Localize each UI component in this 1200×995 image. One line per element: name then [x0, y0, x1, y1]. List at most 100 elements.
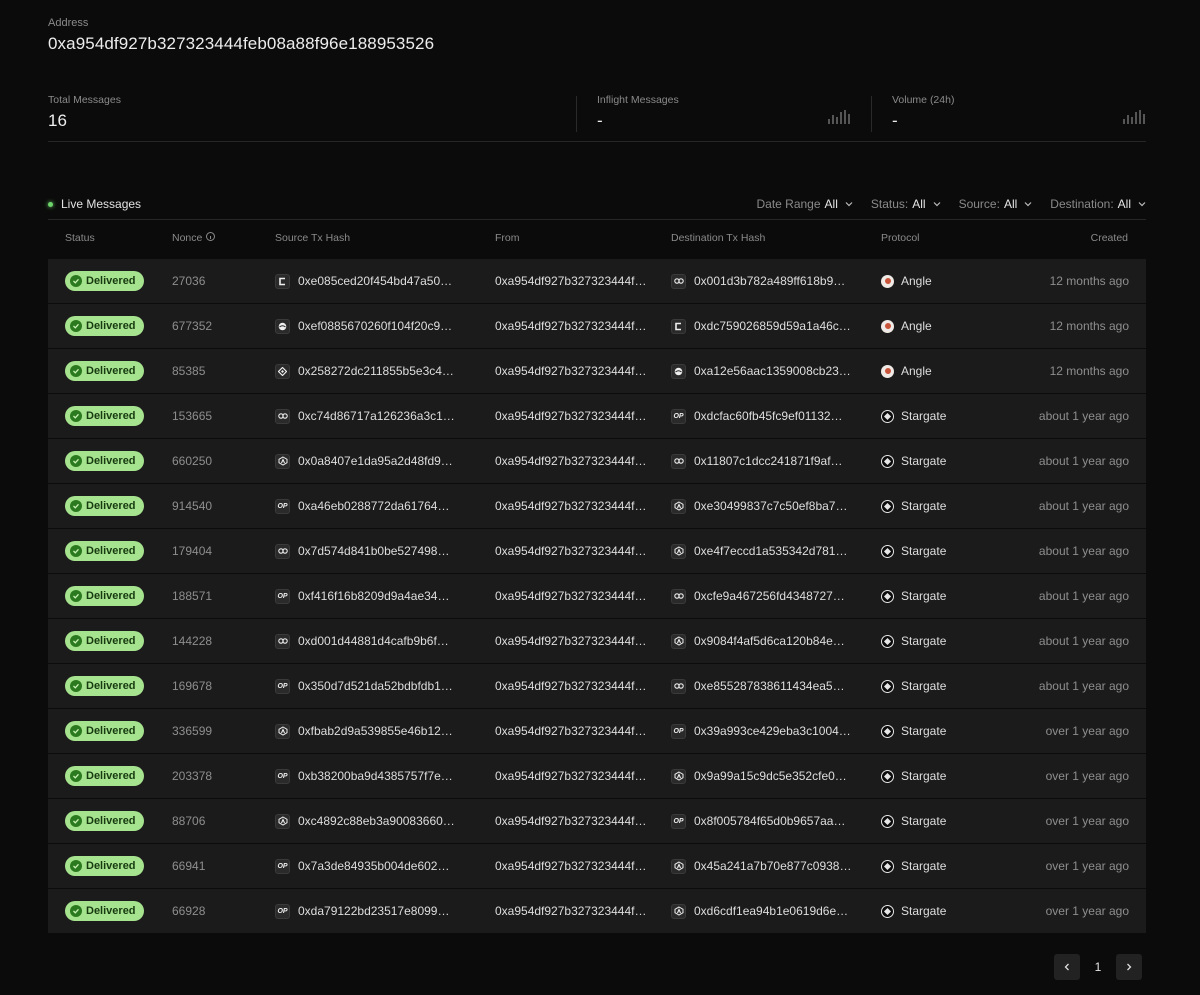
destination-tx-cell[interactable]: 0x9a99a15c9dc5e352cfe0…: [671, 754, 847, 798]
from-address-link[interactable]: 0xa954df927b327323444f…: [495, 799, 646, 843]
destination-tx-cell[interactable]: 0xe4f7eccd1a535342d781…: [671, 529, 847, 573]
source-tx-hash-link[interactable]: 0xc4892c88eb3a90083660…: [298, 814, 455, 828]
table-row[interactable]: Delivered 677352 0xef0885670260f104f20c9…: [48, 304, 1146, 348]
source-tx-hash-link[interactable]: 0x258272dc211855b5e3c4…: [298, 364, 454, 378]
source-tx-cell[interactable]: OP 0xda79122bd23517e8099…: [275, 889, 449, 933]
source-tx-cell[interactable]: 0xc74d86717a126236a3c1…: [275, 394, 455, 438]
destination-tx-cell[interactable]: 0xe855287838611434ea5…: [671, 664, 845, 708]
table-row[interactable]: Delivered 88706 0xc4892c88eb3a90083660… …: [48, 799, 1146, 843]
table-row[interactable]: Delivered 336599 0xfbab2d9a539855e46b12……: [48, 709, 1146, 753]
destination-tx-hash-link[interactable]: 0x39a993ce429eba3c1004…: [694, 724, 851, 738]
destination-tx-cell[interactable]: 0x001d3b782a489ff618b9…: [671, 259, 845, 303]
source-tx-cell[interactable]: 0x7d574d841b0be527498…: [275, 529, 449, 573]
filter-status[interactable]: Status: All: [871, 197, 941, 211]
from-address-link[interactable]: 0xa954df927b327323444f…: [495, 304, 646, 348]
source-tx-cell[interactable]: OP 0xb38200ba9d4385757f7e…: [275, 754, 453, 798]
destination-tx-cell[interactable]: OP 0x8f005784f65d0b9657aa…: [671, 799, 845, 843]
source-tx-hash-link[interactable]: 0x7d574d841b0be527498…: [298, 544, 449, 558]
current-page[interactable]: 1: [1088, 960, 1108, 974]
from-address-link[interactable]: 0xa954df927b327323444f…: [495, 394, 646, 438]
destination-tx-cell[interactable]: 0xe30499837c7c50ef8ba7…: [671, 484, 847, 528]
destination-tx-hash-link[interactable]: 0xdcfac60fb45fc9ef01132…: [694, 409, 843, 423]
destination-tx-hash-link[interactable]: 0x001d3b782a489ff618b9…: [694, 274, 845, 288]
source-tx-cell[interactable]: OP 0x7a3de84935b004de602…: [275, 844, 449, 888]
source-tx-hash-link[interactable]: 0x350d7d521da52bdbfdb1…: [298, 679, 453, 693]
from-address-link[interactable]: 0xa954df927b327323444f…: [495, 529, 646, 573]
info-icon[interactable]: [206, 232, 216, 241]
destination-tx-hash-link[interactable]: 0x8f005784f65d0b9657aa…: [694, 814, 845, 828]
destination-tx-hash-link[interactable]: 0xdc759026859d59a1a46c…: [694, 319, 851, 333]
prev-page-button[interactable]: [1054, 954, 1080, 980]
source-tx-cell[interactable]: OP 0x350d7d521da52bdbfdb1…: [275, 664, 453, 708]
source-tx-hash-link[interactable]: 0xb38200ba9d4385757f7e…: [298, 769, 453, 783]
filter-date-range[interactable]: Date Range All: [756, 197, 853, 211]
table-row[interactable]: Delivered 153665 0xc74d86717a126236a3c1……: [48, 394, 1146, 438]
destination-tx-hash-link[interactable]: 0x11807c1dcc241871f9af…: [694, 454, 843, 468]
destination-tx-hash-link[interactable]: 0xe30499837c7c50ef8ba7…: [694, 499, 847, 513]
destination-tx-cell[interactable]: OP 0xdcfac60fb45fc9ef01132…: [671, 394, 843, 438]
source-tx-hash-link[interactable]: 0xf416f16b8209d9a4ae34…: [298, 589, 449, 603]
from-address-link[interactable]: 0xa954df927b327323444f…: [495, 664, 646, 708]
destination-tx-hash-link[interactable]: 0xe855287838611434ea5…: [694, 679, 845, 693]
table-row[interactable]: Delivered 660250 0x0a8407e1da95a2d48fd9……: [48, 439, 1146, 483]
source-tx-hash-link[interactable]: 0xfbab2d9a539855e46b12…: [298, 724, 453, 738]
destination-tx-cell[interactable]: 0xd6cdf1ea94b1e0619d6e…: [671, 889, 848, 933]
filter-source[interactable]: Source: All: [959, 197, 1033, 211]
source-tx-hash-link[interactable]: 0x7a3de84935b004de602…: [298, 859, 449, 873]
from-address-link[interactable]: 0xa954df927b327323444f…: [495, 574, 646, 618]
destination-tx-cell[interactable]: 0xa12e56aac1359008cb23…: [671, 349, 851, 393]
destination-tx-hash-link[interactable]: 0x9a99a15c9dc5e352cfe0…: [694, 769, 847, 783]
table-row[interactable]: Delivered 914540 OP 0xa46eb0288772da6176…: [48, 484, 1146, 528]
source-tx-cell[interactable]: 0xe085ced20f454bd47a50…: [275, 259, 452, 303]
table-row[interactable]: Delivered 179404 0x7d574d841b0be527498… …: [48, 529, 1146, 573]
table-row[interactable]: Delivered 27036 0xe085ced20f454bd47a50… …: [48, 259, 1146, 303]
source-tx-hash-link[interactable]: 0x0a8407e1da95a2d48fd9…: [298, 454, 453, 468]
source-tx-hash-link[interactable]: 0xef0885670260f104f20c9…: [298, 319, 452, 333]
table-row[interactable]: Delivered 85385 0x258272dc211855b5e3c4… …: [48, 349, 1146, 393]
destination-tx-cell[interactable]: 0x9084f4af5d6ca120b84e…: [671, 619, 845, 663]
from-address-link[interactable]: 0xa954df927b327323444f…: [495, 844, 646, 888]
destination-tx-cell[interactable]: 0x11807c1dcc241871f9af…: [671, 439, 843, 483]
destination-tx-hash-link[interactable]: 0x9084f4af5d6ca120b84e…: [694, 634, 845, 648]
from-address-link[interactable]: 0xa954df927b327323444f…: [495, 754, 646, 798]
from-address-link[interactable]: 0xa954df927b327323444f…: [495, 484, 646, 528]
from-address-link[interactable]: 0xa954df927b327323444f…: [495, 259, 646, 303]
from-address-link[interactable]: 0xa954df927b327323444f…: [495, 619, 646, 663]
from-address-link[interactable]: 0xa954df927b327323444f…: [495, 709, 646, 753]
from-address-link[interactable]: 0xa954df927b327323444f…: [495, 439, 646, 483]
source-tx-hash-link[interactable]: 0xc74d86717a126236a3c1…: [298, 409, 455, 423]
destination-tx-hash-link[interactable]: 0xa12e56aac1359008cb23…: [694, 364, 851, 378]
table-row[interactable]: Delivered 66941 OP 0x7a3de84935b004de602…: [48, 844, 1146, 888]
table-row[interactable]: Delivered 144228 0xd001d44881d4cafb9b6f……: [48, 619, 1146, 663]
destination-tx-hash-link[interactable]: 0xe4f7eccd1a535342d781…: [694, 544, 847, 558]
table-row[interactable]: Delivered 169678 OP 0x350d7d521da52bdbfd…: [48, 664, 1146, 708]
destination-tx-cell[interactable]: 0x45a241a7b70e877c0938…: [671, 844, 851, 888]
source-tx-cell[interactable]: 0xd001d44881d4cafb9b6f…: [275, 619, 449, 663]
destination-tx-cell[interactable]: 0xdc759026859d59a1a46c…: [671, 304, 851, 348]
from-address-link[interactable]: 0xa954df927b327323444f…: [495, 889, 646, 933]
source-tx-hash-link[interactable]: 0xd001d44881d4cafb9b6f…: [298, 634, 449, 648]
source-tx-cell[interactable]: OP 0xf416f16b8209d9a4ae34…: [275, 574, 449, 618]
destination-tx-cell[interactable]: OP 0x39a993ce429eba3c1004…: [671, 709, 851, 753]
next-page-button[interactable]: [1116, 954, 1142, 980]
source-tx-cell[interactable]: OP 0xa46eb0288772da61764…: [275, 484, 449, 528]
destination-tx-hash-link[interactable]: 0x45a241a7b70e877c0938…: [694, 859, 851, 873]
source-tx-hash-link[interactable]: 0xe085ced20f454bd47a50…: [298, 274, 452, 288]
address-value[interactable]: 0xa954df927b327323444feb08a88f96e1889535…: [48, 34, 434, 54]
source-tx-cell[interactable]: 0xc4892c88eb3a90083660…: [275, 799, 455, 843]
destination-tx-hash-link[interactable]: 0xd6cdf1ea94b1e0619d6e…: [694, 904, 848, 918]
from-address-link[interactable]: 0xa954df927b327323444f…: [495, 349, 646, 393]
destination-tx-hash-link[interactable]: 0xcfe9a467256fd4348727…: [694, 589, 845, 603]
source-tx-cell[interactable]: 0x258272dc211855b5e3c4…: [275, 349, 454, 393]
source-tx-hash-link[interactable]: 0xda79122bd23517e8099…: [298, 904, 449, 918]
source-tx-cell[interactable]: 0x0a8407e1da95a2d48fd9…: [275, 439, 453, 483]
table-row[interactable]: Delivered 188571 OP 0xf416f16b8209d9a4ae…: [48, 574, 1146, 618]
table-row[interactable]: Delivered 66928 OP 0xda79122bd23517e8099…: [48, 889, 1146, 933]
destination-tx-cell[interactable]: 0xcfe9a467256fd4348727…: [671, 574, 845, 618]
source-tx-hash-link[interactable]: 0xa46eb0288772da61764…: [298, 499, 449, 513]
nonce-cell: 914540: [172, 499, 213, 513]
table-row[interactable]: Delivered 203378 OP 0xb38200ba9d4385757f…: [48, 754, 1146, 798]
source-tx-cell[interactable]: 0xfbab2d9a539855e46b12…: [275, 709, 453, 753]
filter-destination[interactable]: Destination: All: [1050, 197, 1146, 211]
source-tx-cell[interactable]: 0xef0885670260f104f20c9…: [275, 304, 452, 348]
